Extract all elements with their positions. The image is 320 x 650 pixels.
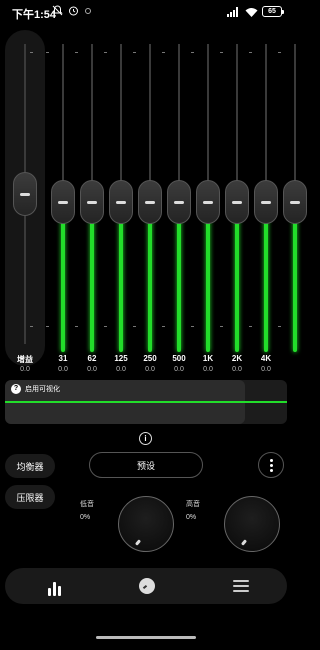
band-slider[interactable] <box>196 34 220 374</box>
band-value-label: 0.0 <box>145 366 155 373</box>
info-icon[interactable]: i <box>139 432 152 445</box>
scale-tick <box>30 326 33 327</box>
band-frequency-label: 31 <box>58 354 68 363</box>
visualizer-label: 启用可视化 <box>25 386 60 393</box>
status-time: 下午1:54 <box>12 9 57 21</box>
scale-tick <box>249 52 252 53</box>
signal-icon <box>227 6 238 17</box>
treble-label: 高音 <box>186 501 200 508</box>
band-frequency-label: 2K <box>231 354 243 363</box>
scale-tick <box>220 326 223 327</box>
band-frequency-label: 1K <box>202 354 214 363</box>
band-knob[interactable] <box>167 180 191 224</box>
wifi-icon <box>245 7 258 17</box>
scale-tick <box>46 52 49 53</box>
band-slider[interactable] <box>254 34 278 374</box>
bass-dial[interactable] <box>118 496 174 552</box>
scale-tick <box>220 52 223 53</box>
bottom-navigation <box>5 568 287 604</box>
visualizer-waveform <box>5 401 287 403</box>
band-slider[interactable] <box>80 34 104 374</box>
band-level-fill <box>293 202 297 352</box>
scale-tick <box>191 52 194 53</box>
status-bar: 下午1:54 65 <box>0 0 292 26</box>
band-frequency-label: 62 <box>87 354 97 363</box>
band-knob[interactable] <box>283 180 307 224</box>
gain-value: 0.0 <box>20 366 30 373</box>
band-slider[interactable] <box>51 34 75 374</box>
visualizer-panel[interactable]: ? 启用可视化 <box>5 380 287 424</box>
scale-tick <box>30 52 33 53</box>
band-level-fill <box>206 202 210 352</box>
band-frequency-label: 125 <box>114 354 128 363</box>
band-value-label: 0.0 <box>232 366 242 373</box>
gain-label: 增益 <box>17 355 33 364</box>
band-value-label: 0.0 <box>87 366 97 373</box>
menu-icon[interactable] <box>227 576 249 596</box>
band-level-fill <box>90 202 94 352</box>
band-value-label: 0.0 <box>174 366 184 373</box>
equalizer-button[interactable]: 均衡器 <box>5 454 55 478</box>
band-frequency-label: 500 <box>172 354 186 363</box>
band-value-label: 0.0 <box>203 366 213 373</box>
gain-knob[interactable] <box>13 172 37 216</box>
scale-tick <box>162 52 165 53</box>
band-level-fill <box>61 202 65 352</box>
bass-dial-marker <box>134 539 142 546</box>
band-knob[interactable] <box>51 180 75 224</box>
equalizer-panel: 增益 0.0 31 0.0 62 0.0 125 0.0 250 0.0 500 0.0 1K 0.0 2K… <box>0 26 307 376</box>
gain-slider[interactable] <box>13 34 37 374</box>
band-knob[interactable] <box>225 180 249 224</box>
limiter-button[interactable]: 压限器 <box>5 485 55 509</box>
knob-icon[interactable] <box>136 576 158 596</box>
band-slider[interactable] <box>225 34 249 374</box>
band-value-label: 0.0 <box>261 366 271 373</box>
preset-button[interactable]: 预设 <box>89 452 203 478</box>
scale-tick <box>75 52 78 53</box>
equalizer-bars-icon[interactable] <box>43 576 65 596</box>
band-knob[interactable] <box>80 180 104 224</box>
alarm-icon <box>69 6 78 16</box>
band-slider[interactable] <box>167 34 191 374</box>
scale-tick <box>104 326 107 327</box>
scale-tick <box>278 52 281 53</box>
more-options-icon[interactable] <box>258 452 284 478</box>
settings-dot-icon <box>85 7 91 14</box>
scale-tick <box>133 52 136 53</box>
scale-tick <box>249 326 252 327</box>
scale-tick <box>191 326 194 327</box>
treble-dial[interactable] <box>224 496 280 552</box>
band-level-fill <box>148 202 152 352</box>
battery-icon: 65 <box>262 6 284 17</box>
home-indicator <box>96 636 196 639</box>
band-value-label: 0.0 <box>116 366 126 373</box>
bass-label: 低音 <box>80 501 94 508</box>
band-value-label: 0.0 <box>58 366 68 373</box>
scale-tick <box>162 326 165 327</box>
scale-tick <box>133 326 136 327</box>
band-level-fill <box>177 202 181 352</box>
scale-tick <box>46 326 49 327</box>
mute-icon <box>52 5 63 16</box>
scale-tick <box>278 326 281 327</box>
band-level-fill <box>264 202 268 352</box>
band-knob[interactable] <box>196 180 220 224</box>
band-level-fill <box>119 202 123 352</box>
band-knob[interactable] <box>109 180 133 224</box>
band-frequency-label: 4K <box>260 354 272 363</box>
treble-value: 0% <box>186 514 197 521</box>
scale-tick <box>104 52 107 53</box>
scale-tick <box>75 326 78 327</box>
band-slider[interactable] <box>109 34 133 374</box>
band-frequency-label: 250 <box>143 354 157 363</box>
band-slider[interactable] <box>283 34 307 374</box>
band-knob[interactable] <box>138 180 162 224</box>
help-icon[interactable]: ? <box>11 384 21 394</box>
band-knob[interactable] <box>254 180 278 224</box>
band-level-fill <box>235 202 239 352</box>
treble-dial-marker <box>240 539 248 546</box>
bass-value: 0% <box>80 514 91 521</box>
band-slider[interactable] <box>138 34 162 374</box>
